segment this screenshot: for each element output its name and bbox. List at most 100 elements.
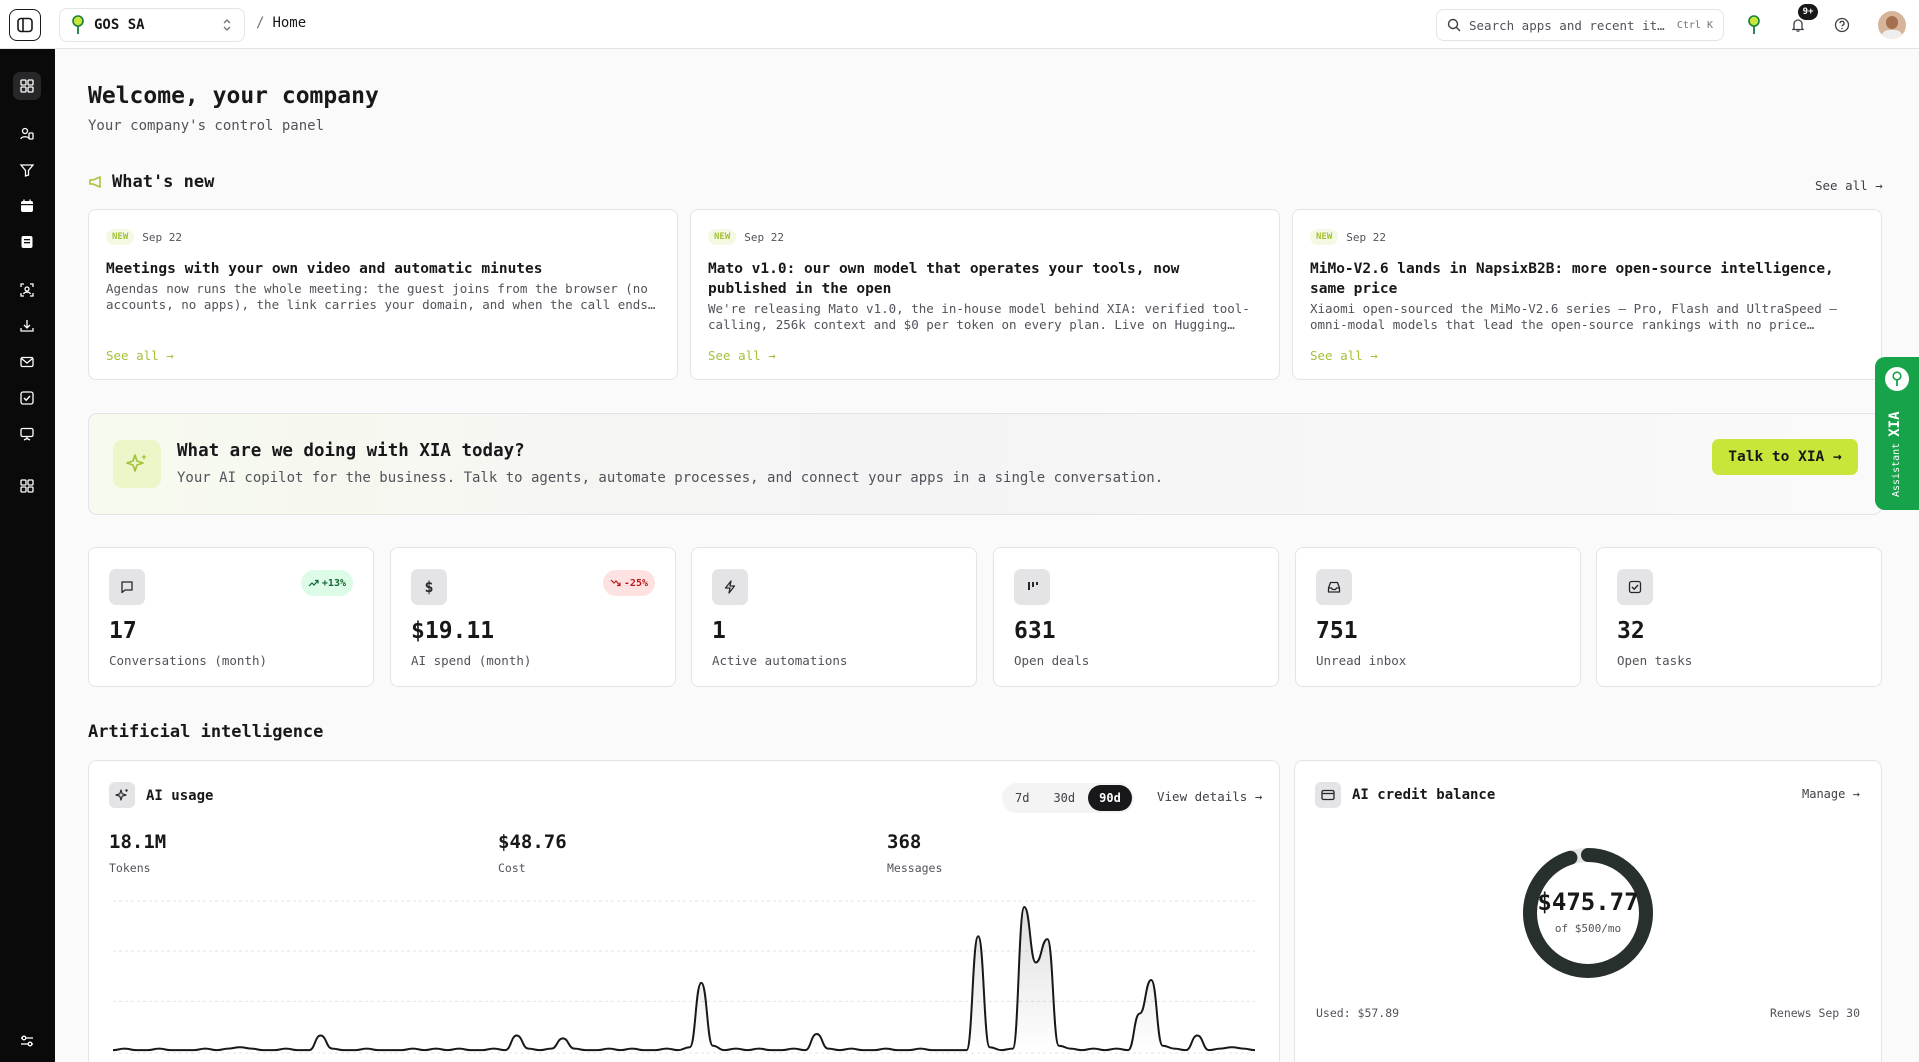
breadcrumb-home[interactable]: Home [272,15,306,31]
rail-documents[interactable] [13,228,41,256]
view-details-link[interactable]: View details → [1157,789,1262,804]
metric-label: Cost [498,861,526,875]
rail-funnel[interactable] [13,156,41,184]
rail-mail[interactable] [13,348,41,376]
range-30d-button[interactable]: 30d [1042,785,1086,811]
trend-value: -25% [623,577,648,589]
dollar-icon: $ [424,578,434,596]
metric-value: $48.76 [498,831,567,853]
news-title: Mato v1.0: our own model that operates y… [708,261,1180,297]
news-body: We're releasing Mato v1.0, the in-house … [708,301,1250,332]
pipeline-icon [1028,582,1038,590]
top-bar: GOS SA / Home Search apps and recent it…… [0,0,1919,49]
avatar-head [1886,16,1898,29]
rail-downloads[interactable] [13,312,41,340]
news-meta: NEW Sep 22 [1310,226,1864,248]
metric-tokens: 18.1M Tokens [109,831,166,875]
range-selector: 7d 30d 90d [1002,783,1134,813]
checkbox-icon [1628,580,1642,594]
stat-icon-box [1014,569,1050,605]
stat-card-unread-inbox[interactable]: 751 Unread inbox [1295,547,1581,687]
rail-apps[interactable] [13,472,41,500]
news-card[interactable]: NEW Sep 22 MiMo-V2.6 lands in NapsixB2B:… [1292,209,1882,380]
help-button[interactable] [1830,13,1854,37]
breadcrumb: / Home [256,15,306,31]
presentation-icon [20,427,34,441]
rail-contacts[interactable] [13,120,41,148]
stat-card-open-tasks[interactable]: 32 Open tasks [1596,547,1882,687]
stat-value: 17 [109,618,137,644]
news-title: Meetings with your own video and automat… [106,261,543,277]
new-badge: NEW [708,229,737,245]
ai-usage-title: AI usage [146,788,214,804]
search-input[interactable]: Search apps and recent it… Ctrl K [1436,9,1724,41]
stat-value: 32 [1617,618,1645,644]
whats-new-title: What's new [112,172,215,192]
contacts-icon [20,127,34,140]
location-pin-icon [1892,371,1902,386]
metric-cost: $48.76 Cost [498,831,567,875]
stat-label: Open deals [1014,653,1090,668]
credit-manage-link[interactable]: Manage → [1802,787,1860,801]
avatar-shirt [1881,30,1903,39]
news-date: Sep 22 [142,230,183,244]
rail-calendar[interactable] [13,192,41,220]
xia-pin-button[interactable] [1742,13,1766,37]
new-badge: NEW [1310,229,1339,245]
credit-used-text: Used: $57.89 [1316,1006,1400,1020]
news-card[interactable]: NEW Sep 22 Meetings with your own video … [88,209,678,380]
news-see-all-link[interactable]: See all → [1310,348,1378,363]
chevron-updown-icon [223,19,231,31]
ai-credit-card: AI credit balance Manage → $475.77 of $5… [1294,760,1882,1062]
news-date: Sep 22 [1346,230,1387,244]
user-avatar[interactable] [1878,11,1906,39]
trend-badge: +13% [300,570,353,596]
breadcrumb-separator: / [256,15,265,31]
xia-banner: What are we doing with XIA today? Your A… [88,413,1882,515]
assistant-side-tab[interactable]: Assistant XIA [1875,357,1919,510]
talk-to-xia-button[interactable]: Talk to XIA → [1712,439,1858,475]
ai-usage-chart: Jul 1Jul 6Jul 11Jul 16Jul 21Jul 26Jul 31… [112,900,1256,1054]
rail-settings[interactable] [13,1027,41,1055]
usage-line [112,905,1256,1052]
xia-title: What are we doing with XIA today? [177,441,525,461]
org-switcher[interactable]: GOS SA [59,8,245,42]
stat-icon-box: $ [411,569,447,605]
trend-badge: -25% [602,570,655,596]
mail-icon [20,356,34,368]
stat-card-ai-spend[interactable]: $ -25% $19.11 AI spend (month) [390,547,676,687]
news-card[interactable]: NEW Sep 22 Mato v1.0: our own model that… [690,209,1280,380]
chart-grid [113,900,1255,1054]
ai-usage-card: AI usage 7d 30d 90d View details → 18.1M… [88,760,1280,1062]
credit-balance-value: $475.77 [1537,888,1639,916]
stat-card-automations[interactable]: 1 Active automations [691,547,977,687]
stat-label: Open tasks [1617,653,1693,668]
rail-scan[interactable] [13,276,41,304]
trend-down-icon [610,579,621,587]
trend-up-icon [308,579,319,587]
stat-value: $19.11 [411,618,495,644]
credit-card-icon [1321,789,1335,801]
rail-presentations[interactable] [13,420,41,448]
range-7d-button[interactable]: 7d [1004,785,1040,811]
news-see-all-link[interactable]: See all → [106,348,174,363]
stat-card-open-deals[interactable]: 631 Open deals [993,547,1279,687]
assistant-tab-label: Assistant XIA [1887,411,1903,497]
range-90d-button[interactable]: 90d [1088,785,1132,811]
sparkles-icon [115,789,128,801]
sliders-icon [21,1035,33,1047]
stat-value: 751 [1316,618,1358,644]
chat-icon [121,581,133,594]
rail-home[interactable] [13,72,41,100]
bolt-icon [724,580,736,594]
stat-card-conversations[interactable]: +13% 17 Conversations (month) [88,547,374,687]
stat-label: Active automations [712,653,848,668]
sidebar-toggle-icon [17,17,33,33]
whats-new-see-all-link[interactable]: See all → [1815,178,1883,193]
new-badge: NEW [106,229,135,245]
stat-label: AI spend (month) [411,653,532,668]
sidebar-toggle-button[interactable] [9,9,41,41]
rail-tasks[interactable] [13,384,41,412]
news-see-all-link[interactable]: See all → [708,348,776,363]
apps-grid-icon [20,479,34,493]
